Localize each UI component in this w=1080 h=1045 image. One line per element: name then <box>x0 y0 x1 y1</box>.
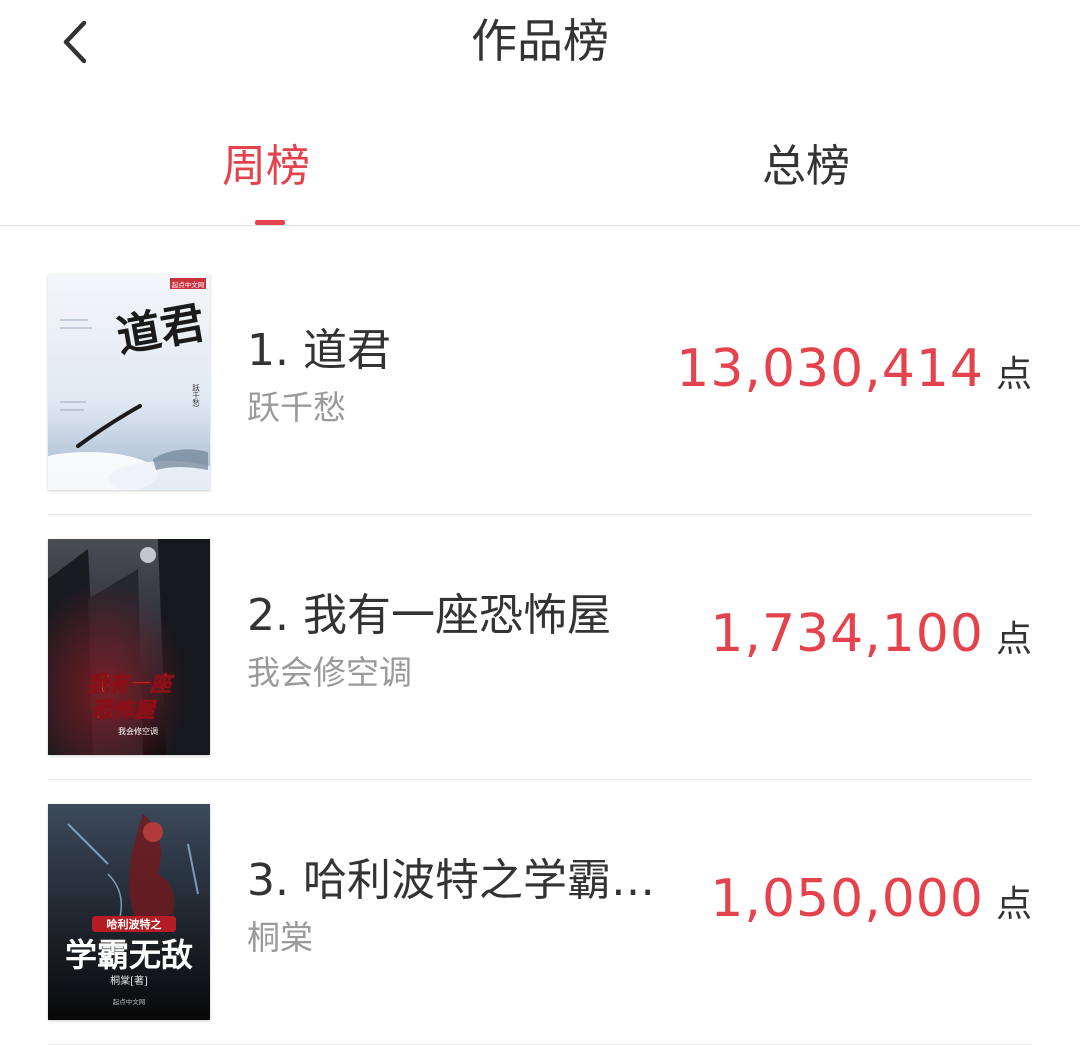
tab-total-label: 总榜 <box>762 141 850 192</box>
ranking-item-3[interactable]: 哈利波特之 学霸无敌 桐棠[著] 起点中文网 3. 哈利波特之学霸… 桐棠 1,… <box>48 780 1032 1045</box>
top-navigation-bar: 作品榜 <box>0 0 1080 90</box>
ranking-tabs: 周榜 总榜 <box>0 118 1080 226</box>
book-info: 1. 道君 跃千愁 <box>247 322 697 430</box>
book-score: 1,050,000 点 <box>710 866 1032 938</box>
tab-weekly[interactable]: 周榜 <box>200 118 340 226</box>
book-author: 我会修空调 <box>247 653 412 692</box>
score-value: 1,734,100 <box>710 604 984 664</box>
svg-text:起点中文网: 起点中文网 <box>113 997 146 1006</box>
ranking-item-2[interactable]: 我有一座 恐怖屋 我会修空调 2. 我有一座恐怖屋 我会修空调 1,734,10… <box>48 515 1032 780</box>
svg-text:起点中文网: 起点中文网 <box>172 280 205 289</box>
book-title: 2. 我有一座恐怖屋 <box>247 590 611 641</box>
score-value: 13,030,414 <box>676 339 984 399</box>
book-author: 跃千愁 <box>247 388 346 427</box>
book-score: 13,030,414 点 <box>676 336 1032 408</box>
tab-weekly-label: 周榜 <box>222 141 310 192</box>
book-info: 3. 哈利波特之学霸… 桐棠 <box>247 852 697 960</box>
book-info: 2. 我有一座恐怖屋 我会修空调 <box>247 587 697 695</box>
active-tab-indicator <box>255 220 285 225</box>
score-unit: 点 <box>995 884 1032 925</box>
ranking-item-1[interactable]: 起点中文网 道君 跃千愁 1. 道君 跃千愁 13,030,414 点 <box>48 226 1032 515</box>
tab-total[interactable]: 总榜 <box>740 118 880 226</box>
book-cover-image: 起点中文网 道君 跃千愁 <box>48 274 210 490</box>
book-cover-image: 哈利波特之 学霸无敌 桐棠[著] 起点中文网 <box>48 804 210 1020</box>
score-unit: 点 <box>995 619 1032 660</box>
svg-text:跃千愁: 跃千愁 <box>191 384 200 407</box>
book-score: 1,734,100 点 <box>710 601 1032 673</box>
score-value: 1,050,000 <box>710 869 984 929</box>
svg-text:我有一座: 我有一座 <box>87 672 175 696</box>
svg-text:我会修空调: 我会修空调 <box>118 726 158 736</box>
book-title: 3. 哈利波特之学霸… <box>247 855 655 906</box>
svg-text:恐怖屋: 恐怖屋 <box>92 698 158 722</box>
book-author: 桐棠 <box>247 918 313 957</box>
ranking-list: 起点中文网 道君 跃千愁 1. 道君 跃千愁 13,030,414 点 我有一座… <box>48 226 1032 1045</box>
page-title: 作品榜 <box>471 14 609 68</box>
book-cover-image: 我有一座 恐怖屋 我会修空调 <box>48 539 210 755</box>
svg-text:桐棠[著]: 桐棠[著] <box>110 974 148 987</box>
svg-text:哈利波特之: 哈利波特之 <box>107 917 162 931</box>
svg-text:学霸无敌: 学霸无敌 <box>65 936 193 974</box>
score-unit: 点 <box>995 354 1032 395</box>
book-title: 1. 道君 <box>247 325 391 376</box>
